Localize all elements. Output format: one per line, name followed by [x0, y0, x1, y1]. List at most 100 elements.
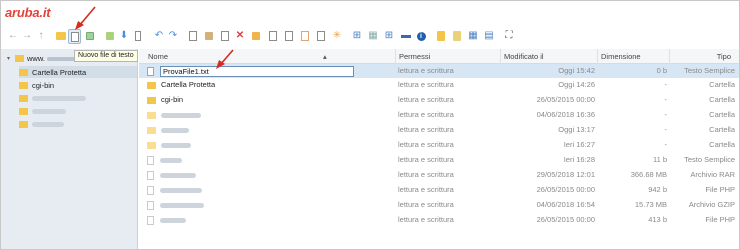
size-cell: - [664, 80, 668, 89]
fullscreen-icon[interactable]: ⛶ [503, 29, 515, 43]
size-cell: 413 b [648, 215, 667, 224]
select-none-icon[interactable]: ▦ [367, 29, 379, 43]
invert-select-icon[interactable]: ⊞ [383, 29, 395, 43]
size-cell: - [664, 125, 668, 134]
undo-icon[interactable]: ↶ [153, 29, 165, 43]
delete-icon[interactable]: ✕ [234, 29, 246, 43]
permissions-cell: lettura e scrittura [398, 95, 454, 104]
sidebar-item-cartella-protetta[interactable]: Cartella Protetta [19, 66, 137, 78]
view-icon[interactable]: ▬ [400, 29, 412, 43]
permissions-cell: lettura e scrittura [398, 170, 454, 179]
permissions-cell: lettura e scrittura [398, 155, 454, 164]
size-cell: 11 b [652, 155, 667, 164]
permissions-cell: lettura e scrittura [398, 140, 454, 149]
archive2-icon[interactable] [451, 29, 463, 43]
name-cell [147, 183, 202, 197]
table-header: Nome ▴ Permessi Modificato il Dimensione… [139, 49, 739, 64]
modified-cell: Oggi 13:17 [558, 125, 595, 134]
type-cell: Cartella [709, 110, 735, 119]
new-text-file-icon[interactable] [68, 29, 81, 44]
folder-icon [147, 96, 156, 104]
permissions-cell: lettura e scrittura [398, 80, 454, 89]
modified-cell: 26/05/2015 00:00 [536, 215, 595, 224]
redacted-name [161, 127, 189, 133]
star-icon[interactable]: ✳ [331, 29, 343, 43]
resize-icon[interactable] [315, 29, 327, 43]
column-type[interactable]: Tipo [669, 49, 739, 64]
new-folder-icon[interactable] [55, 29, 67, 43]
sidebar-item-cgi-bin[interactable]: cgi-bin [19, 79, 137, 91]
table-row[interactable]: lettura e scrittura Ieri 16:28 11 b Test… [139, 153, 739, 167]
folder-icon [15, 55, 24, 62]
table-row[interactable]: lettura e scrittura 26/05/2015 00:00 942… [139, 183, 739, 197]
column-modified[interactable]: Modificato il [500, 49, 597, 64]
permissions-cell: lettura e scrittura [398, 125, 454, 134]
column-permissions[interactable]: Permessi [395, 49, 500, 64]
archive-icon[interactable] [435, 29, 447, 43]
cut-icon[interactable] [219, 29, 231, 43]
table-row[interactable]: lettura e scrittura 04/06/2018 16:36 - C… [139, 108, 739, 122]
select-all-icon[interactable]: ⊞ [351, 29, 363, 43]
forward-icon[interactable]: → [21, 29, 33, 43]
back-icon[interactable]: ← [7, 29, 19, 43]
folder-icon [19, 81, 28, 89]
sidebar-item-redacted-3[interactable] [19, 118, 137, 130]
rename-input[interactable] [160, 65, 354, 77]
extract-icon[interactable] [250, 29, 262, 43]
type-cell: Cartella [709, 95, 735, 104]
permissions-cell: lettura e scrittura [398, 200, 454, 209]
modified-cell: 04/06/2018 16:54 [536, 200, 595, 209]
preview-icon[interactable] [132, 29, 144, 43]
rename-icon[interactable] [283, 29, 295, 43]
type-cell: Cartella [709, 140, 735, 149]
modified-cell: 29/05/2018 12:01 [536, 170, 595, 179]
text-file-icon [147, 66, 154, 76]
table-row[interactable]: Cartella Protetta lettura e scrittura Og… [139, 78, 739, 92]
type-cell: Cartella [709, 125, 735, 134]
duplicate-icon[interactable] [267, 29, 279, 43]
permissions-cell: lettura e scrittura [398, 66, 454, 75]
sidebar-item-label: Cartella Protetta [32, 67, 87, 77]
file-list: Nome ▴ Permessi Modificato il Dimensione… [139, 49, 739, 249]
column-size[interactable]: Dimensione [597, 49, 669, 64]
download-icon[interactable]: ⬇ [118, 29, 130, 43]
upload-icon[interactable] [104, 29, 116, 43]
table-row[interactable]: lettura e scrittura Oggi 15:42 0 b Testo… [139, 64, 739, 78]
up-icon[interactable]: ↑ [35, 29, 47, 43]
table-row[interactable]: lettura e scrittura Oggi 13:17 - Cartell… [139, 123, 739, 137]
list-view-icon[interactable]: ▤ [483, 29, 495, 43]
size-cell: 15.73 MB [634, 200, 667, 209]
column-name[interactable]: Nome ▴ [145, 49, 395, 64]
copy-icon[interactable] [187, 29, 199, 43]
new-file-icon[interactable] [84, 29, 96, 43]
folder-icon [19, 68, 28, 76]
modified-cell: 26/05/2015 00:00 [536, 95, 595, 104]
info-icon[interactable]: i [415, 29, 427, 43]
archive-file-icon [147, 170, 154, 180]
table-row[interactable]: cgi-bin lettura e scrittura 26/05/2015 0… [139, 93, 739, 107]
table-row[interactable]: lettura e scrittura 29/05/2018 12:01 366… [139, 168, 739, 182]
table-row[interactable]: lettura e scrittura 04/06/2018 16:54 15.… [139, 198, 739, 212]
file-manager-window: aruba.it ← → ↑ ⬇ ↶ ↷ ✕ ✳ ⊞ ▦ ⊞ ▬ i ▦ ▤ ⛶… [0, 0, 740, 250]
chevron-down-icon[interactable]: ▾ [7, 55, 15, 62]
tooltip-new-text-file: Nuovo file di testo [74, 50, 138, 62]
modified-cell: Oggi 15:42 [558, 66, 595, 75]
redo-icon[interactable]: ↷ [167, 29, 179, 43]
sidebar-item-label: cgi-bin [32, 80, 55, 90]
folder-icon [147, 111, 156, 119]
icons-view-icon[interactable]: ▦ [467, 29, 479, 43]
aruba-logo: aruba.it [5, 5, 51, 20]
folder-icon [19, 107, 28, 115]
table-row[interactable]: lettura e scrittura Ieri 16:27 - Cartell… [139, 138, 739, 152]
sidebar-item-redacted-2[interactable] [19, 105, 137, 117]
paste-icon[interactable] [203, 29, 215, 43]
table-row[interactable]: lettura e scrittura 26/05/2015 00:00 413… [139, 213, 739, 227]
php-file-icon [147, 185, 154, 195]
edit-icon[interactable] [299, 29, 311, 43]
name-cell [147, 108, 201, 122]
name-cell: Cartella Protetta [147, 78, 215, 92]
modified-cell: Oggi 14:26 [558, 80, 595, 89]
archive-file-icon [147, 200, 154, 210]
folder-icon [19, 94, 28, 102]
sidebar-item-redacted-1[interactable] [19, 92, 137, 104]
